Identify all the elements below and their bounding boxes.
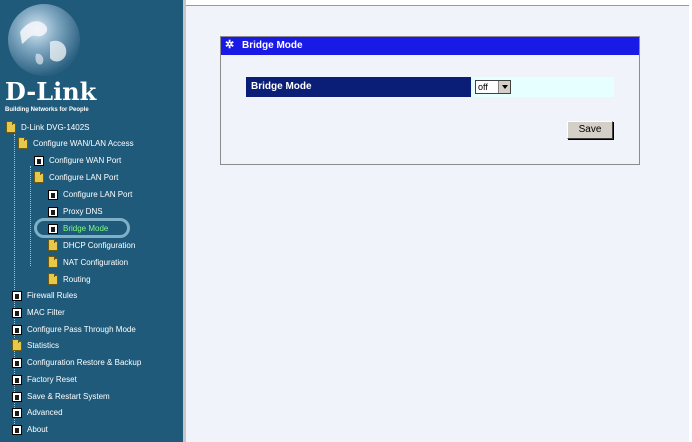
tree-item-label: Configure WAN Port — [49, 156, 122, 165]
tree-item-label: Advanced — [27, 408, 63, 417]
bridge-mode-label: Bridge Mode — [246, 77, 471, 97]
brand-name: D-Link — [5, 77, 97, 106]
tree-item-label: DHCP Configuration — [63, 241, 136, 250]
tree-guide-line — [14, 134, 15, 434]
brand-tagline: Building Networks for People — [5, 107, 89, 113]
tree-item-label: Configure Pass Through Mode — [27, 325, 136, 334]
page-icon — [34, 156, 44, 166]
tree-item-label: NAT Configuration — [63, 258, 129, 267]
folder-icon — [12, 339, 22, 351]
page-icon — [48, 224, 58, 234]
page-icon — [12, 358, 22, 368]
page-icon — [48, 207, 58, 217]
folder-open-icon — [18, 137, 28, 149]
bridge-mode-field-cell: off — [472, 77, 614, 97]
navigation-sidebar: D-Link Building Networks for People D-Li… — [0, 0, 186, 442]
page-icon — [12, 291, 22, 301]
page-icon — [12, 408, 22, 418]
panel-title: Bridge Mode — [242, 40, 303, 51]
tree-item-label: Factory Reset — [27, 375, 77, 384]
tree-item-label: MAC Filter — [27, 308, 65, 317]
tree-root-label: D-Link DVG-1402S — [21, 123, 90, 132]
settings-icon: ✲ — [225, 39, 235, 51]
tree-guide-line — [30, 166, 31, 266]
globe-logo-icon — [8, 4, 80, 76]
tree-item-label: Bridge Mode — [63, 224, 109, 233]
tree-item-label: Configure LAN Port — [49, 173, 119, 182]
content-frame: ✲ Bridge Mode Bridge Mode off Save — [186, 0, 692, 442]
chevron-down-icon[interactable] — [498, 81, 510, 93]
tree-item-label: Firewall Rules — [27, 291, 78, 300]
page-icon — [12, 392, 22, 402]
page-icon — [48, 190, 58, 200]
folder-open-icon — [34, 171, 44, 183]
logo-area: D-Link Building Networks for People — [0, 0, 183, 118]
bridge-mode-select-value: off — [478, 82, 488, 92]
folder-icon — [48, 273, 58, 285]
panel-title-bar: ✲ Bridge Mode — [221, 37, 639, 55]
folder-icon — [48, 239, 58, 251]
tree-item-label: About — [27, 425, 48, 434]
page-icon — [12, 375, 22, 385]
frame-border — [186, 0, 692, 6]
page-icon — [12, 308, 22, 318]
folder-open-icon — [6, 121, 16, 133]
tree-item-label: Routing — [63, 275, 91, 284]
bridge-mode-select[interactable]: off — [475, 80, 511, 94]
folder-icon — [48, 256, 58, 268]
tree-item-label: Configuration Restore & Backup — [27, 358, 142, 367]
tree-item-label: Save & Restart System — [27, 392, 110, 401]
page-icon — [12, 425, 22, 435]
page-icon — [12, 325, 22, 335]
tree-item-label: Configure LAN Port — [63, 190, 133, 199]
tree-item-label: Statistics — [27, 341, 60, 350]
tree-item-label: Configure WAN/LAN Access — [33, 139, 134, 148]
bridge-mode-panel: ✲ Bridge Mode Bridge Mode off Save — [220, 36, 640, 165]
save-button[interactable]: Save — [567, 121, 613, 139]
tree-item-label: Proxy DNS — [63, 207, 103, 216]
